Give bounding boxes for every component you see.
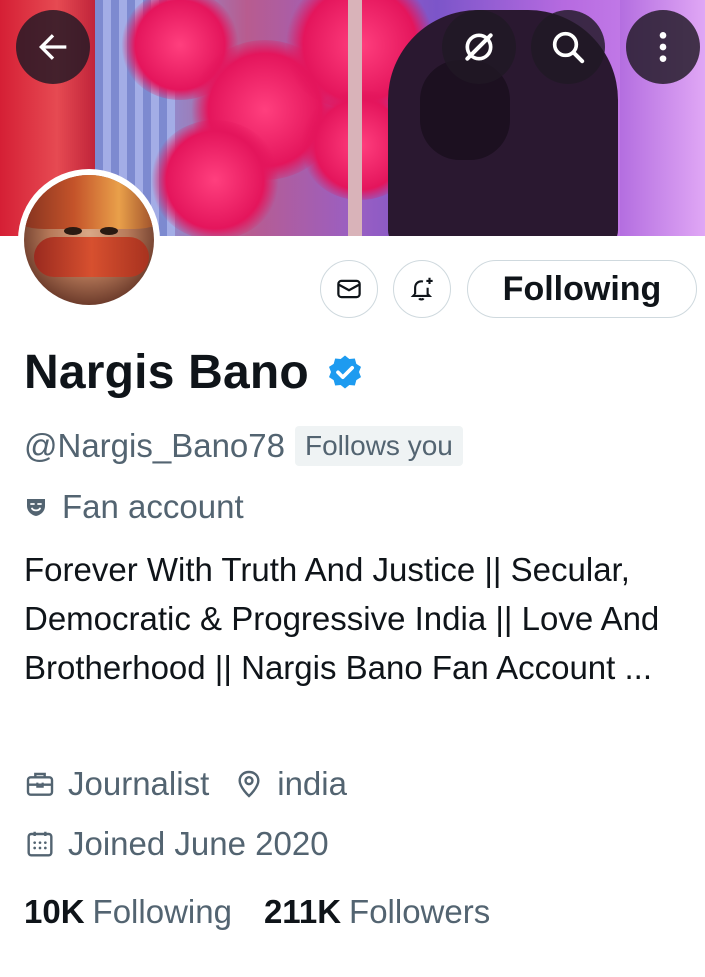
profession-item: Journalist bbox=[24, 765, 209, 803]
envelope-icon bbox=[337, 279, 361, 299]
avatar-eye bbox=[64, 227, 82, 235]
message-button[interactable] bbox=[320, 260, 378, 318]
back-button[interactable] bbox=[16, 10, 90, 84]
arrow-left-icon bbox=[39, 34, 67, 60]
category-row: Fan account bbox=[24, 488, 244, 526]
search-icon bbox=[552, 31, 585, 64]
theater-masks-icon bbox=[27, 499, 45, 516]
profile-name-row: Nargis Bano bbox=[24, 345, 365, 400]
profile-name: Nargis Bano bbox=[24, 346, 309, 399]
follows-you-badge: Follows you bbox=[295, 426, 463, 466]
avatar[interactable] bbox=[18, 169, 160, 311]
briefcase-icon bbox=[26, 772, 54, 796]
grok-icon bbox=[465, 33, 493, 61]
grok-button[interactable] bbox=[442, 10, 516, 84]
followers-count-link[interactable]: 211K Followers bbox=[264, 893, 490, 931]
profession-label: Journalist bbox=[68, 765, 210, 802]
banner-blossom bbox=[150, 120, 280, 236]
profile-handle: @Nargis_Bano78 bbox=[24, 427, 285, 464]
search-button[interactable] bbox=[531, 10, 605, 84]
joined-label: Joined June 2020 bbox=[68, 825, 329, 862]
location-label: india bbox=[277, 765, 347, 802]
following-count-link[interactable]: 10K Following bbox=[24, 893, 232, 931]
joined-item: Joined June 2020 bbox=[24, 825, 329, 863]
following-button[interactable]: Following bbox=[467, 260, 697, 318]
avatar-veil bbox=[34, 237, 149, 277]
avatar-scarf bbox=[24, 175, 154, 229]
more-button[interactable] bbox=[626, 10, 700, 84]
joined-row: Joined June 2020 bbox=[24, 825, 353, 863]
avatar-eye bbox=[100, 227, 118, 235]
handle-row: @Nargis_Bano78 Follows you bbox=[24, 426, 463, 466]
location-pin-icon bbox=[238, 770, 260, 798]
follow-counts: 10K Following 211K Followers bbox=[24, 893, 522, 931]
category-label: Fan account bbox=[62, 488, 244, 525]
notify-button[interactable] bbox=[393, 260, 451, 318]
following-count: 10K bbox=[24, 893, 85, 930]
followers-count-label: Followers bbox=[349, 893, 491, 930]
bell-plus-icon bbox=[410, 277, 433, 301]
following-count-label: Following bbox=[92, 893, 232, 930]
avatar-image bbox=[24, 175, 154, 305]
calendar-icon bbox=[27, 831, 53, 857]
followers-count: 211K bbox=[263, 893, 342, 930]
banner-tree bbox=[348, 0, 362, 236]
profile-bio: Forever With Truth And Justice || Secula… bbox=[24, 551, 660, 686]
location-item: india bbox=[233, 765, 347, 803]
verified-badge-icon[interactable] bbox=[325, 353, 365, 393]
profile-meta-row: Journalist india bbox=[24, 765, 371, 803]
more-vertical-icon bbox=[659, 32, 667, 62]
